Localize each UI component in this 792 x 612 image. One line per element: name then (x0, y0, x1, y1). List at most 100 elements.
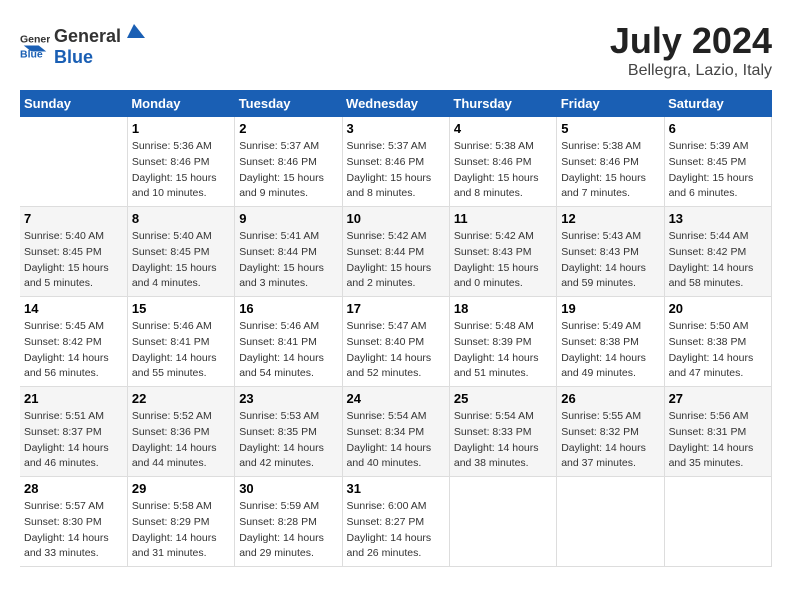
daylight-text: Daylight: 15 hours and 5 minutes. (24, 262, 109, 290)
sunset-text: Sunset: 8:39 PM (454, 336, 532, 348)
daylight-text: Daylight: 14 hours and 51 minutes. (454, 352, 539, 380)
day-info: Sunrise: 5:55 AM Sunset: 8:32 PM Dayligh… (561, 409, 659, 472)
day-number: 5 (561, 121, 659, 136)
header-tuesday: Tuesday (235, 90, 342, 117)
daylight-text: Daylight: 14 hours and 58 minutes. (669, 262, 754, 290)
calendar-cell: 23 Sunrise: 5:53 AM Sunset: 8:35 PM Dayl… (235, 387, 342, 477)
calendar-title: July 2024 (610, 20, 772, 62)
calendar-cell (664, 477, 771, 567)
daylight-text: Daylight: 14 hours and 55 minutes. (132, 352, 217, 380)
daylight-text: Daylight: 15 hours and 8 minutes. (454, 172, 539, 200)
day-info: Sunrise: 5:46 AM Sunset: 8:41 PM Dayligh… (132, 319, 230, 382)
calendar-cell: 16 Sunrise: 5:46 AM Sunset: 8:41 PM Dayl… (235, 297, 342, 387)
day-info: Sunrise: 5:38 AM Sunset: 8:46 PM Dayligh… (454, 139, 552, 202)
daylight-text: Daylight: 14 hours and 29 minutes. (239, 532, 324, 560)
sunset-text: Sunset: 8:38 PM (561, 336, 639, 348)
daylight-text: Daylight: 15 hours and 7 minutes. (561, 172, 646, 200)
day-number: 27 (669, 391, 767, 406)
day-number: 30 (239, 481, 337, 496)
svg-text:General: General (20, 34, 50, 46)
day-info: Sunrise: 5:44 AM Sunset: 8:42 PM Dayligh… (669, 229, 767, 292)
sunset-text: Sunset: 8:27 PM (347, 516, 425, 528)
calendar-cell: 19 Sunrise: 5:49 AM Sunset: 8:38 PM Dayl… (557, 297, 664, 387)
calendar-cell: 18 Sunrise: 5:48 AM Sunset: 8:39 PM Dayl… (449, 297, 556, 387)
sunrise-text: Sunrise: 5:44 AM (669, 230, 749, 242)
title-block: July 2024 Bellegra, Lazio, Italy (610, 20, 772, 80)
calendar-cell: 5 Sunrise: 5:38 AM Sunset: 8:46 PM Dayli… (557, 117, 664, 207)
day-info: Sunrise: 5:42 AM Sunset: 8:44 PM Dayligh… (347, 229, 445, 292)
day-number: 20 (669, 301, 767, 316)
day-info: Sunrise: 5:45 AM Sunset: 8:42 PM Dayligh… (24, 319, 123, 382)
week-row-4: 21 Sunrise: 5:51 AM Sunset: 8:37 PM Dayl… (20, 387, 772, 477)
calendar-cell: 27 Sunrise: 5:56 AM Sunset: 8:31 PM Dayl… (664, 387, 771, 477)
daylight-text: Daylight: 14 hours and 52 minutes. (347, 352, 432, 380)
calendar-cell: 12 Sunrise: 5:43 AM Sunset: 8:43 PM Dayl… (557, 207, 664, 297)
calendar-cell: 22 Sunrise: 5:52 AM Sunset: 8:36 PM Dayl… (127, 387, 234, 477)
sunset-text: Sunset: 8:34 PM (347, 426, 425, 438)
day-number: 24 (347, 391, 445, 406)
day-info: Sunrise: 5:37 AM Sunset: 8:46 PM Dayligh… (347, 139, 445, 202)
daylight-text: Daylight: 15 hours and 9 minutes. (239, 172, 324, 200)
sunrise-text: Sunrise: 5:46 AM (132, 320, 212, 332)
daylight-text: Daylight: 14 hours and 49 minutes. (561, 352, 646, 380)
header-sunday: Sunday (20, 90, 127, 117)
calendar-cell: 8 Sunrise: 5:40 AM Sunset: 8:45 PM Dayli… (127, 207, 234, 297)
calendar-cell: 13 Sunrise: 5:44 AM Sunset: 8:42 PM Dayl… (664, 207, 771, 297)
sunrise-text: Sunrise: 5:49 AM (561, 320, 641, 332)
day-number: 8 (132, 211, 230, 226)
calendar-cell: 26 Sunrise: 5:55 AM Sunset: 8:32 PM Dayl… (557, 387, 664, 477)
sunset-text: Sunset: 8:45 PM (24, 246, 102, 258)
logo-text-general: General (54, 26, 121, 47)
sunset-text: Sunset: 8:31 PM (669, 426, 747, 438)
logo-text-blue: Blue (54, 47, 93, 67)
sunrise-text: Sunrise: 5:47 AM (347, 320, 427, 332)
sunset-text: Sunset: 8:41 PM (239, 336, 317, 348)
sunset-text: Sunset: 8:37 PM (24, 426, 102, 438)
day-info: Sunrise: 5:42 AM Sunset: 8:43 PM Dayligh… (454, 229, 552, 292)
day-info: Sunrise: 5:59 AM Sunset: 8:28 PM Dayligh… (239, 499, 337, 562)
day-number: 23 (239, 391, 337, 406)
calendar-cell: 29 Sunrise: 5:58 AM Sunset: 8:29 PM Dayl… (127, 477, 234, 567)
day-info: Sunrise: 5:51 AM Sunset: 8:37 PM Dayligh… (24, 409, 123, 472)
day-number: 25 (454, 391, 552, 406)
header-friday: Friday (557, 90, 664, 117)
header-monday: Monday (127, 90, 234, 117)
day-info: Sunrise: 5:37 AM Sunset: 8:46 PM Dayligh… (239, 139, 337, 202)
day-info: Sunrise: 5:58 AM Sunset: 8:29 PM Dayligh… (132, 499, 230, 562)
calendar-cell: 1 Sunrise: 5:36 AM Sunset: 8:46 PM Dayli… (127, 117, 234, 207)
daylight-text: Daylight: 14 hours and 59 minutes. (561, 262, 646, 290)
day-number: 19 (561, 301, 659, 316)
calendar-cell (557, 477, 664, 567)
day-number: 10 (347, 211, 445, 226)
sunrise-text: Sunrise: 5:53 AM (239, 410, 319, 422)
week-row-2: 7 Sunrise: 5:40 AM Sunset: 8:45 PM Dayli… (20, 207, 772, 297)
day-number: 9 (239, 211, 337, 226)
daylight-text: Daylight: 14 hours and 38 minutes. (454, 442, 539, 470)
daylight-text: Daylight: 14 hours and 54 minutes. (239, 352, 324, 380)
calendar-location: Bellegra, Lazio, Italy (610, 62, 772, 80)
sunrise-text: Sunrise: 5:46 AM (239, 320, 319, 332)
sunrise-text: Sunrise: 5:45 AM (24, 320, 104, 332)
daylight-text: Daylight: 15 hours and 4 minutes. (132, 262, 217, 290)
calendar-cell (449, 477, 556, 567)
sunset-text: Sunset: 8:46 PM (347, 156, 425, 168)
day-info: Sunrise: 6:00 AM Sunset: 8:27 PM Dayligh… (347, 499, 445, 562)
week-row-1: 1 Sunrise: 5:36 AM Sunset: 8:46 PM Dayli… (20, 117, 772, 207)
header-saturday: Saturday (664, 90, 771, 117)
sunrise-text: Sunrise: 5:48 AM (454, 320, 534, 332)
calendar-cell: 25 Sunrise: 5:54 AM Sunset: 8:33 PM Dayl… (449, 387, 556, 477)
day-info: Sunrise: 5:54 AM Sunset: 8:34 PM Dayligh… (347, 409, 445, 472)
calendar-cell: 10 Sunrise: 5:42 AM Sunset: 8:44 PM Dayl… (342, 207, 449, 297)
day-info: Sunrise: 5:36 AM Sunset: 8:46 PM Dayligh… (132, 139, 230, 202)
calendar-cell: 9 Sunrise: 5:41 AM Sunset: 8:44 PM Dayli… (235, 207, 342, 297)
day-number: 13 (669, 211, 767, 226)
day-info: Sunrise: 5:47 AM Sunset: 8:40 PM Dayligh… (347, 319, 445, 382)
day-info: Sunrise: 5:53 AM Sunset: 8:35 PM Dayligh… (239, 409, 337, 472)
day-info: Sunrise: 5:49 AM Sunset: 8:38 PM Dayligh… (561, 319, 659, 382)
day-info: Sunrise: 5:54 AM Sunset: 8:33 PM Dayligh… (454, 409, 552, 472)
sunset-text: Sunset: 8:44 PM (347, 246, 425, 258)
sunset-text: Sunset: 8:40 PM (347, 336, 425, 348)
day-number: 6 (669, 121, 767, 136)
header-wednesday: Wednesday (342, 90, 449, 117)
daylight-text: Daylight: 14 hours and 40 minutes. (347, 442, 432, 470)
